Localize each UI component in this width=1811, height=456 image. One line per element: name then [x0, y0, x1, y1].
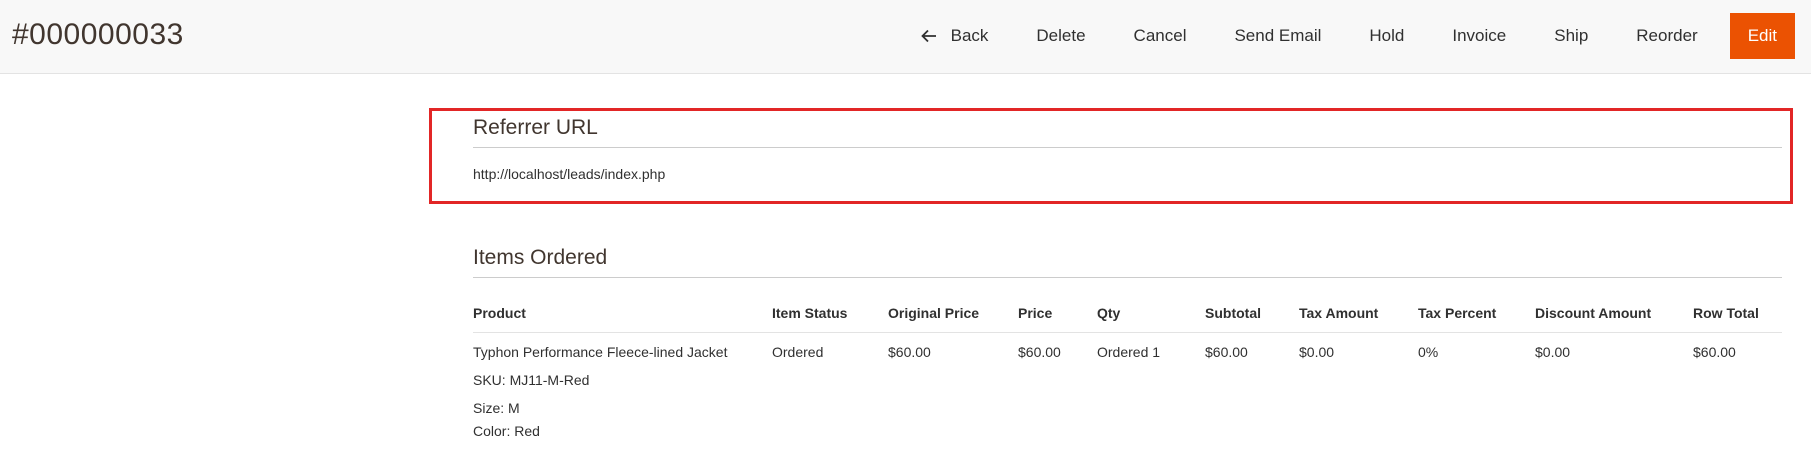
discount-amount-value: $0.00	[1535, 344, 1571, 360]
price-value: $60.00	[1018, 344, 1061, 360]
tax-percent-value: 0%	[1418, 344, 1439, 360]
send-email-button[interactable]: Send Email	[1210, 13, 1345, 59]
cancel-button[interactable]: Cancel	[1110, 13, 1211, 59]
hold-button[interactable]: Hold	[1345, 13, 1428, 59]
item-status-value: Ordered	[772, 344, 824, 360]
page-header: #000000033 Back Delete Cancel Send Email…	[0, 0, 1811, 74]
product-size-option: Size: M	[473, 400, 520, 416]
column-header-subtotal: Subtotal	[1205, 305, 1261, 321]
original-price-value: $60.00	[888, 344, 931, 360]
items-ordered-section-divider	[473, 277, 1782, 278]
referrer-highlight-box	[429, 108, 1793, 204]
column-header-tax-percent: Tax Percent	[1418, 305, 1497, 321]
ship-button[interactable]: Ship	[1530, 13, 1612, 59]
column-header-price: Price	[1018, 305, 1053, 321]
subtotal-value: $60.00	[1205, 344, 1248, 360]
arrow-left-icon	[920, 29, 936, 43]
row-total-value: $60.00	[1693, 344, 1736, 360]
page-actions: Back Delete Cancel Send Email Hold Invoi…	[897, 13, 1795, 59]
column-header-discount-amount: Discount Amount	[1535, 305, 1652, 321]
product-color-option: Color: Red	[473, 423, 540, 439]
referrer-section-divider	[473, 147, 1782, 148]
delete-button[interactable]: Delete	[1012, 13, 1109, 59]
referrer-section-title: Referrer URL	[473, 116, 598, 139]
tax-amount-value: $0.00	[1299, 344, 1335, 360]
column-header-item-status: Item Status	[772, 305, 848, 321]
items-ordered-section-title: Items Ordered	[473, 246, 608, 269]
table-header-divider	[473, 332, 1782, 333]
back-button[interactable]: Back	[897, 13, 1013, 59]
column-header-qty: Qty	[1097, 305, 1121, 321]
column-header-row-total: Row Total	[1693, 305, 1759, 321]
qty-value: Ordered 1	[1097, 344, 1161, 360]
edit-button[interactable]: Edit	[1729, 13, 1795, 59]
product-sku: SKU: MJ11-M-Red	[473, 372, 590, 388]
column-header-tax-amount: Tax Amount	[1299, 305, 1379, 321]
reorder-button[interactable]: Reorder	[1612, 13, 1721, 59]
invoice-button[interactable]: Invoice	[1428, 13, 1530, 59]
referrer-url-value: http://localhost/leads/index.php	[473, 166, 666, 182]
back-button-label: Back	[950, 26, 989, 45]
column-header-original-price: Original Price	[888, 305, 980, 321]
column-header-product: Product	[473, 305, 526, 321]
page-title: #000000033	[12, 18, 184, 51]
product-name-link[interactable]: Typhon Performance Fleece-lined Jacket	[473, 344, 727, 360]
